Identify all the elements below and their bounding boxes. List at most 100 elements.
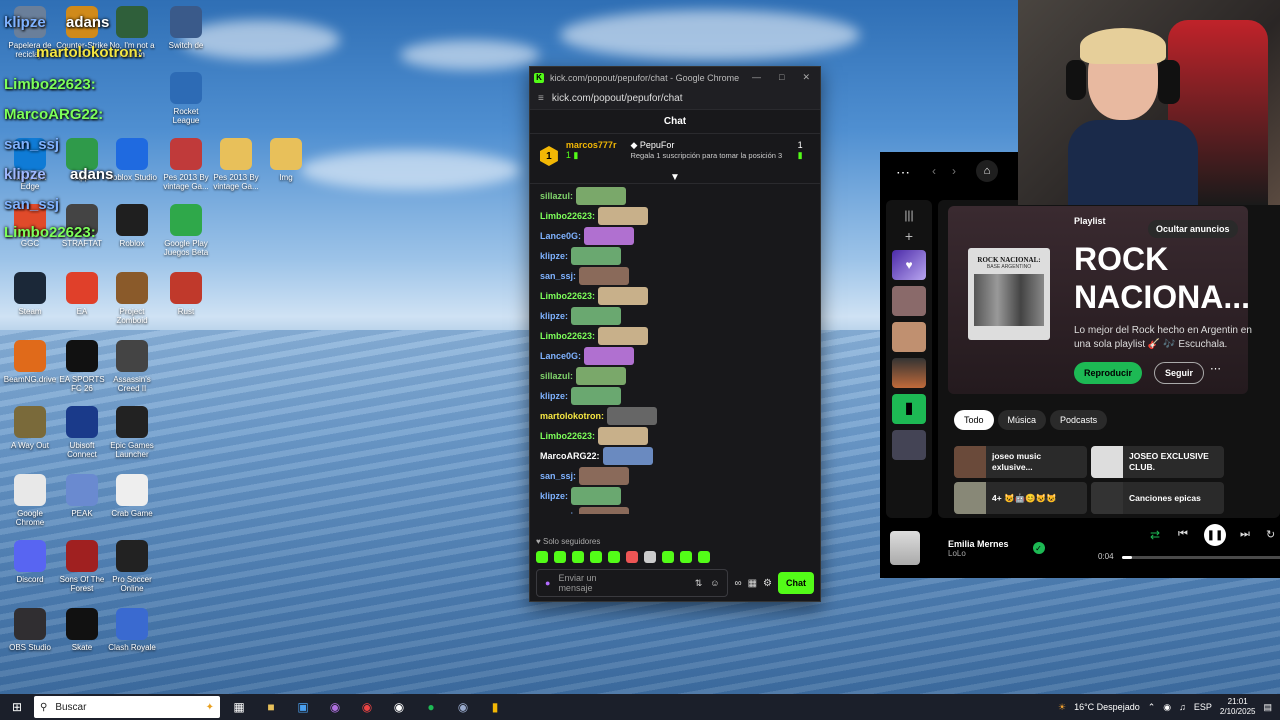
chat-username[interactable]: sillazul: bbox=[540, 191, 573, 201]
desktop-icon[interactable]: Rust bbox=[160, 272, 212, 316]
desktop-icon[interactable]: PEAK bbox=[56, 474, 108, 518]
chat-username[interactable]: klipze: bbox=[540, 491, 568, 501]
shortcut-tile[interactable]: 4+ 😺🤖😊😺😺 bbox=[954, 482, 1087, 514]
desktop-icon[interactable]: Ubisoft Connect bbox=[56, 406, 108, 459]
browser-icon[interactable]: ◉ bbox=[322, 696, 348, 718]
desktop-icon[interactable]: OBS Studio bbox=[4, 608, 56, 652]
forward-icon[interactable]: › bbox=[952, 164, 956, 178]
volume-icon[interactable]: ♫ bbox=[1179, 702, 1186, 712]
chat-username[interactable]: Limbo22623: bbox=[540, 211, 595, 221]
hide-ads-button[interactable]: Ocultar anuncios bbox=[1148, 220, 1238, 238]
steam-icon[interactable]: ◉ bbox=[450, 696, 476, 718]
windows-start-icon[interactable]: ⊞ bbox=[4, 696, 30, 718]
chat-username[interactable]: MarcoARG22: bbox=[540, 451, 600, 461]
tray-chevron-icon[interactable]: ⌃ bbox=[1148, 702, 1156, 713]
library-item-bookmark-icon[interactable]: ▮ bbox=[892, 394, 926, 424]
previous-icon[interactable]: ⏮ bbox=[1178, 528, 1188, 541]
desktop-icon[interactable]: Clash Royale bbox=[106, 608, 158, 652]
desktop-icon[interactable]: Sons Of The Forest bbox=[56, 540, 108, 593]
chrome-icon[interactable]: ◉ bbox=[354, 696, 380, 718]
track-title[interactable]: Emilia Mernes bbox=[948, 539, 1009, 549]
next-icon[interactable]: ⏭ bbox=[1240, 528, 1250, 541]
emote-bar[interactable] bbox=[536, 551, 814, 563]
pause-icon[interactable]: ❚❚ bbox=[1204, 524, 1226, 546]
chat-username[interactable]: Limbo22623: bbox=[540, 331, 595, 341]
weather-text[interactable]: 16°C Despejado bbox=[1074, 702, 1140, 712]
desktop-icon[interactable]: Rocket League bbox=[160, 72, 212, 125]
filter-chip[interactable]: Podcasts bbox=[1050, 410, 1108, 430]
desktop-icon[interactable]: Google Chrome bbox=[4, 474, 56, 527]
store-icon[interactable]: ▣ bbox=[290, 696, 316, 718]
taskbar-search[interactable]: ⚲ Buscar ✦ bbox=[34, 696, 220, 718]
desktop-icon[interactable]: Pes 2013 By vintage Ga... bbox=[160, 138, 212, 191]
spotify-window[interactable]: ⋯ ‹ › ⌂ ||| + ♥ ▮ Playlist Ocultar anunc… bbox=[880, 152, 1280, 578]
desktop-icon[interactable]: Roblox Studio bbox=[106, 138, 158, 182]
shuffle-icon[interactable]: ⇄ bbox=[1150, 528, 1160, 542]
message-input[interactable]: ● Enviar un mensaje ⇅ ☺ bbox=[536, 569, 729, 597]
file-explorer-icon[interactable]: ■ bbox=[258, 696, 284, 718]
desktop-icon[interactable]: Crab Game bbox=[106, 474, 158, 518]
minimize-icon[interactable]: — bbox=[752, 72, 761, 83]
pinned-target[interactable]: PepuFor bbox=[640, 140, 675, 150]
desktop-icon[interactable]: Assassin's Creed II bbox=[106, 340, 158, 393]
chat-popout-window[interactable]: K kick.com/popout/pepufor/chat - Google … bbox=[529, 66, 821, 602]
liked-songs-icon[interactable]: ♥ bbox=[892, 250, 926, 280]
chat-username[interactable]: Limbo22623: bbox=[540, 291, 595, 301]
site-info-icon[interactable]: ≡ bbox=[538, 93, 544, 104]
send-chat-button[interactable]: Chat bbox=[778, 572, 814, 594]
chat-username[interactable]: klipze: bbox=[540, 391, 568, 401]
desktop-icon[interactable]: Pro Soccer Online bbox=[106, 540, 158, 593]
desktop-icon[interactable]: Steam bbox=[4, 272, 56, 316]
home-icon[interactable]: ⌂ bbox=[976, 160, 998, 182]
play-button[interactable]: Reproducir bbox=[1074, 362, 1143, 384]
chat-username[interactable]: klipze: bbox=[540, 311, 568, 321]
more-options-icon[interactable]: ⋯ bbox=[1210, 362, 1221, 375]
add-icon[interactable]: + bbox=[886, 228, 932, 244]
filter-chip[interactable]: Todo bbox=[954, 410, 994, 430]
album-art[interactable] bbox=[890, 531, 920, 565]
desktop-icon[interactable]: Img bbox=[260, 138, 312, 182]
chat-username[interactable]: Lance0G: bbox=[540, 351, 581, 361]
language-indicator[interactable]: ESP bbox=[1194, 702, 1212, 712]
shortcut-tile[interactable]: joseo music exlusive... bbox=[954, 446, 1087, 478]
task-view-icon[interactable]: ▦ bbox=[226, 696, 252, 718]
track-artist[interactable]: LoLo bbox=[948, 549, 1009, 558]
chat-username[interactable]: san_ssj: bbox=[540, 511, 576, 514]
progress-bar[interactable] bbox=[1122, 556, 1280, 559]
desktop-icon[interactable]: BeamNG.drive bbox=[4, 340, 56, 384]
collapse-pinned-icon[interactable]: ▼ bbox=[670, 172, 680, 183]
desktop-icon[interactable]: Roblox bbox=[106, 204, 158, 248]
chat-username[interactable]: san_ssj: bbox=[540, 271, 576, 281]
chat-username[interactable]: sillazul: bbox=[540, 371, 573, 381]
chat-username[interactable]: san_ssj: bbox=[540, 471, 576, 481]
library-item[interactable] bbox=[892, 322, 926, 352]
library-item[interactable] bbox=[892, 430, 926, 460]
library-item[interactable] bbox=[892, 358, 926, 388]
notification-icon[interactable]: ▤ bbox=[1263, 702, 1272, 713]
chat-username[interactable]: Lance0G: bbox=[540, 231, 581, 241]
translate-icon[interactable]: ⇅ bbox=[695, 578, 703, 589]
url-bar[interactable]: ≡ kick.com/popout/pepufor/chat bbox=[530, 88, 820, 110]
emoji-icon[interactable]: ☺ bbox=[710, 578, 719, 588]
obs-icon[interactable]: ◉ bbox=[386, 696, 412, 718]
chat-username[interactable]: martolokotron: bbox=[540, 411, 604, 421]
kick-taskbar-icon[interactable]: ▮ bbox=[482, 696, 508, 718]
settings-icon[interactable]: ⚙ bbox=[763, 578, 772, 589]
library-item[interactable] bbox=[892, 286, 926, 316]
desktop-icon[interactable]: EA bbox=[56, 272, 108, 316]
desktop-icon[interactable]: Google Play Juegos Beta bbox=[160, 204, 212, 257]
chat-username[interactable]: klipze: bbox=[540, 251, 568, 261]
shortcut-tile[interactable]: Canciones epicas bbox=[1091, 482, 1224, 514]
desktop-icon[interactable]: Discord bbox=[4, 540, 56, 584]
back-icon[interactable]: ‹ bbox=[932, 164, 936, 178]
desktop-icon[interactable]: A Way Out bbox=[4, 406, 56, 450]
chat-username[interactable]: Limbo22623: bbox=[540, 431, 595, 441]
library-icon[interactable]: ||| bbox=[886, 208, 932, 222]
menu-dots-icon[interactable]: ⋯ bbox=[896, 164, 910, 181]
window-titlebar[interactable]: K kick.com/popout/pepufor/chat - Google … bbox=[530, 67, 820, 88]
desktop-icon[interactable]: Project Zomboid bbox=[106, 272, 158, 325]
maximize-icon[interactable]: □ bbox=[779, 72, 784, 83]
desktop-icon[interactable]: Epic Games Launcher bbox=[106, 406, 158, 459]
saved-check-icon[interactable]: ✓ bbox=[1032, 542, 1045, 554]
shortcut-tile[interactable]: JOSEO EXCLUSIVE CLUB. bbox=[1091, 446, 1224, 478]
